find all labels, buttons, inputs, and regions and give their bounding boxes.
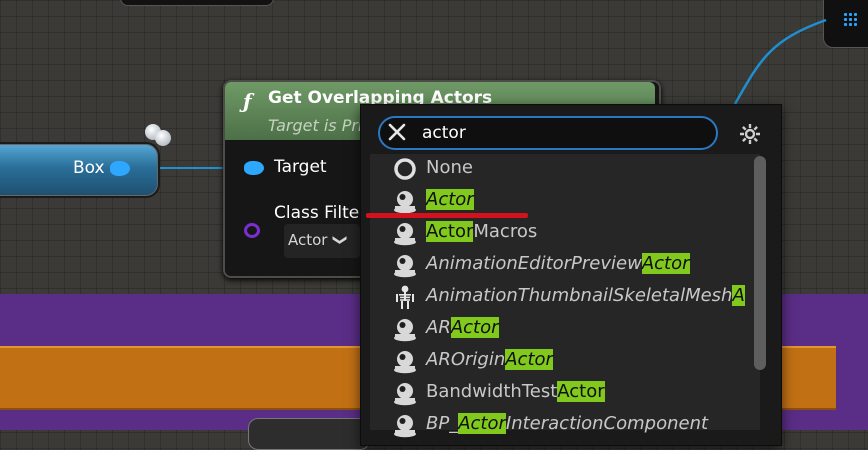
class-list-item[interactable]: ActorMacros: [370, 216, 752, 248]
actor-pawn-icon: [392, 412, 418, 438]
class-list-item-label: AROriginActor: [426, 349, 553, 370]
search-match-highlight: Actor: [426, 221, 474, 242]
class-list-item[interactable]: AROriginActor: [370, 344, 752, 376]
class-list-item-label: BP_ActorInteractionComponent: [426, 413, 708, 434]
class-filter-pin-label: Class Filte: [274, 203, 360, 223]
actor-pawn-icon: [392, 252, 418, 278]
class-list-item[interactable]: BP_ActorInteractionComponent: [370, 408, 752, 440]
class-list-item[interactable]: ARActor: [370, 312, 752, 344]
red-annotation-underline: [366, 213, 528, 218]
class-list-item-label: BandwidthTestActor: [426, 381, 605, 402]
class-list-item-label: Actor: [426, 189, 474, 210]
label-segment: BP_: [426, 413, 459, 434]
search-input[interactable]: [420, 119, 714, 147]
class-list-item-label: AnimationThumbnailSkeletalMeshA: [426, 285, 745, 306]
actor-pawn-icon: [392, 380, 418, 406]
reroute-node-icon[interactable]: [145, 122, 175, 148]
class-list-item-label: None: [426, 157, 473, 178]
target-pin-label: Target: [274, 157, 327, 177]
search-match-highlight: Actor: [641, 253, 690, 274]
label-segment: AnimationEditorPreview: [426, 253, 642, 274]
graph-node-bottom[interactable]: [248, 418, 370, 450]
search-match-highlight: Actor: [458, 413, 506, 434]
label-segment: AROrigin: [426, 349, 506, 370]
actor-pawn-icon: [392, 316, 418, 342]
search-match-highlight: Actor: [426, 189, 474, 210]
actor-pawn-icon: [392, 188, 418, 214]
box-node-label: Box: [73, 158, 105, 178]
search-match-highlight: Actor: [557, 381, 605, 402]
class-list-item[interactable]: AnimationEditorPreviewActor: [370, 248, 752, 280]
box-output-pin[interactable]: [110, 161, 130, 176]
actor-pawn-icon: [392, 348, 418, 374]
label-segment: AR: [426, 317, 451, 338]
function-node-subtitle: Target is Pri: [268, 116, 363, 135]
label-segment: Macros: [473, 221, 538, 242]
function-icon: ƒ: [243, 89, 252, 113]
skeleton-icon: [392, 284, 418, 310]
class-list-item[interactable]: BandwidthTestActor: [370, 376, 752, 408]
class-list-item-label: ActorMacros: [426, 221, 537, 242]
label-segment: InteractionComponent: [505, 413, 709, 434]
class-list-item[interactable]: Actor: [370, 184, 752, 216]
target-input-pin[interactable]: [244, 161, 264, 175]
class-list-item[interactable]: None: [370, 152, 752, 184]
search-match-highlight: Actor: [505, 349, 553, 370]
class-list-item-label: AnimationEditorPreviewActor: [426, 253, 690, 274]
none-circle-icon: [392, 156, 418, 182]
class-list-item-label: ARActor: [426, 317, 499, 338]
search-match-highlight: A: [732, 285, 745, 306]
label-segment: None: [426, 157, 473, 178]
label-segment: BandwidthTest: [426, 381, 558, 402]
actor-pawn-icon: [392, 220, 418, 246]
scrollbar-thumb[interactable]: [754, 156, 766, 370]
clear-search-icon[interactable]: [385, 120, 409, 144]
search-match-highlight: Actor: [450, 317, 499, 338]
class-filter-value: Actor: [288, 231, 328, 249]
class-filter-input-pin[interactable]: [244, 223, 260, 238]
gear-icon[interactable]: [738, 122, 762, 146]
class-list-item[interactable]: AnimationThumbnailSkeletalMeshA: [370, 280, 752, 312]
chevron-down-icon: ❯: [331, 234, 348, 246]
label-segment: AnimationThumbnailSkeletalMesh: [426, 285, 733, 306]
